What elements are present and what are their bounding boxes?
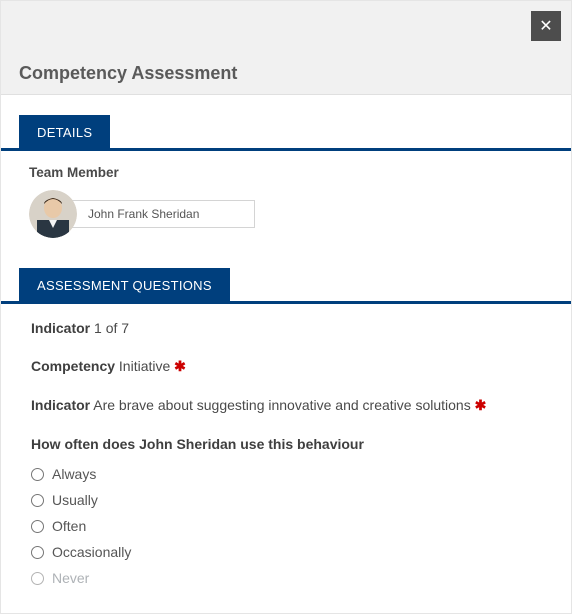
- option-label: Never: [52, 570, 89, 586]
- radio-never[interactable]: [31, 572, 44, 585]
- option-always[interactable]: Always: [31, 466, 553, 482]
- option-label: Always: [52, 466, 96, 482]
- team-member-row: John Frank Sheridan: [29, 190, 553, 238]
- competency-value: Initiative: [119, 358, 170, 374]
- option-label: Usually: [52, 492, 98, 508]
- indicator-count-label: Indicator: [31, 320, 90, 336]
- close-button[interactable]: ✕: [531, 11, 561, 41]
- option-usually[interactable]: Usually: [31, 492, 553, 508]
- option-label: Often: [52, 518, 86, 534]
- competency-label: Competency: [31, 358, 115, 374]
- radio-always[interactable]: [31, 468, 44, 481]
- member-name: John Frank Sheridan: [65, 200, 255, 228]
- radio-usually[interactable]: [31, 494, 44, 507]
- indicator-count: Indicator 1 of 7: [31, 320, 553, 336]
- radio-occasionally[interactable]: [31, 546, 44, 559]
- option-label: Occasionally: [52, 544, 131, 560]
- option-often[interactable]: Often: [31, 518, 553, 534]
- tab-assessment-questions[interactable]: ASSESSMENT QUESTIONS: [19, 268, 230, 301]
- modal-header: ✕ Competency Assessment: [1, 1, 571, 95]
- required-icon: ✱: [475, 397, 487, 413]
- indicator-count-value: 1 of 7: [94, 320, 129, 336]
- competency-row: Competency Initiative ✱: [31, 358, 553, 375]
- assessment-section: Indicator 1 of 7 Competency Initiative ✱…: [1, 304, 571, 586]
- indicator-value: Are brave about suggesting innovative an…: [93, 397, 470, 413]
- option-never[interactable]: Never: [31, 570, 553, 586]
- indicator-row: Indicator Are brave about suggesting inn…: [31, 397, 553, 414]
- radio-often[interactable]: [31, 520, 44, 533]
- options-group: Always Usually Often Occasionally Never: [31, 466, 553, 586]
- team-member-label: Team Member: [29, 165, 553, 180]
- close-icon: ✕: [539, 16, 552, 36]
- required-icon: ✱: [174, 358, 186, 374]
- modal-title: Competency Assessment: [19, 63, 237, 84]
- avatar: [29, 190, 77, 238]
- tab-details[interactable]: DETAILS: [19, 115, 110, 148]
- tab-row-details: DETAILS: [1, 95, 571, 148]
- modal: ✕ Competency Assessment DETAILS Team Mem…: [0, 0, 572, 614]
- details-section: Team Member: [1, 151, 571, 258]
- tab-row-assessment: ASSESSMENT QUESTIONS: [1, 258, 571, 301]
- option-occasionally[interactable]: Occasionally: [31, 544, 553, 560]
- modal-content: DETAILS Team Member: [1, 95, 571, 586]
- indicator-label: Indicator: [31, 397, 90, 413]
- question-text: How often does John Sheridan use this be…: [31, 436, 553, 452]
